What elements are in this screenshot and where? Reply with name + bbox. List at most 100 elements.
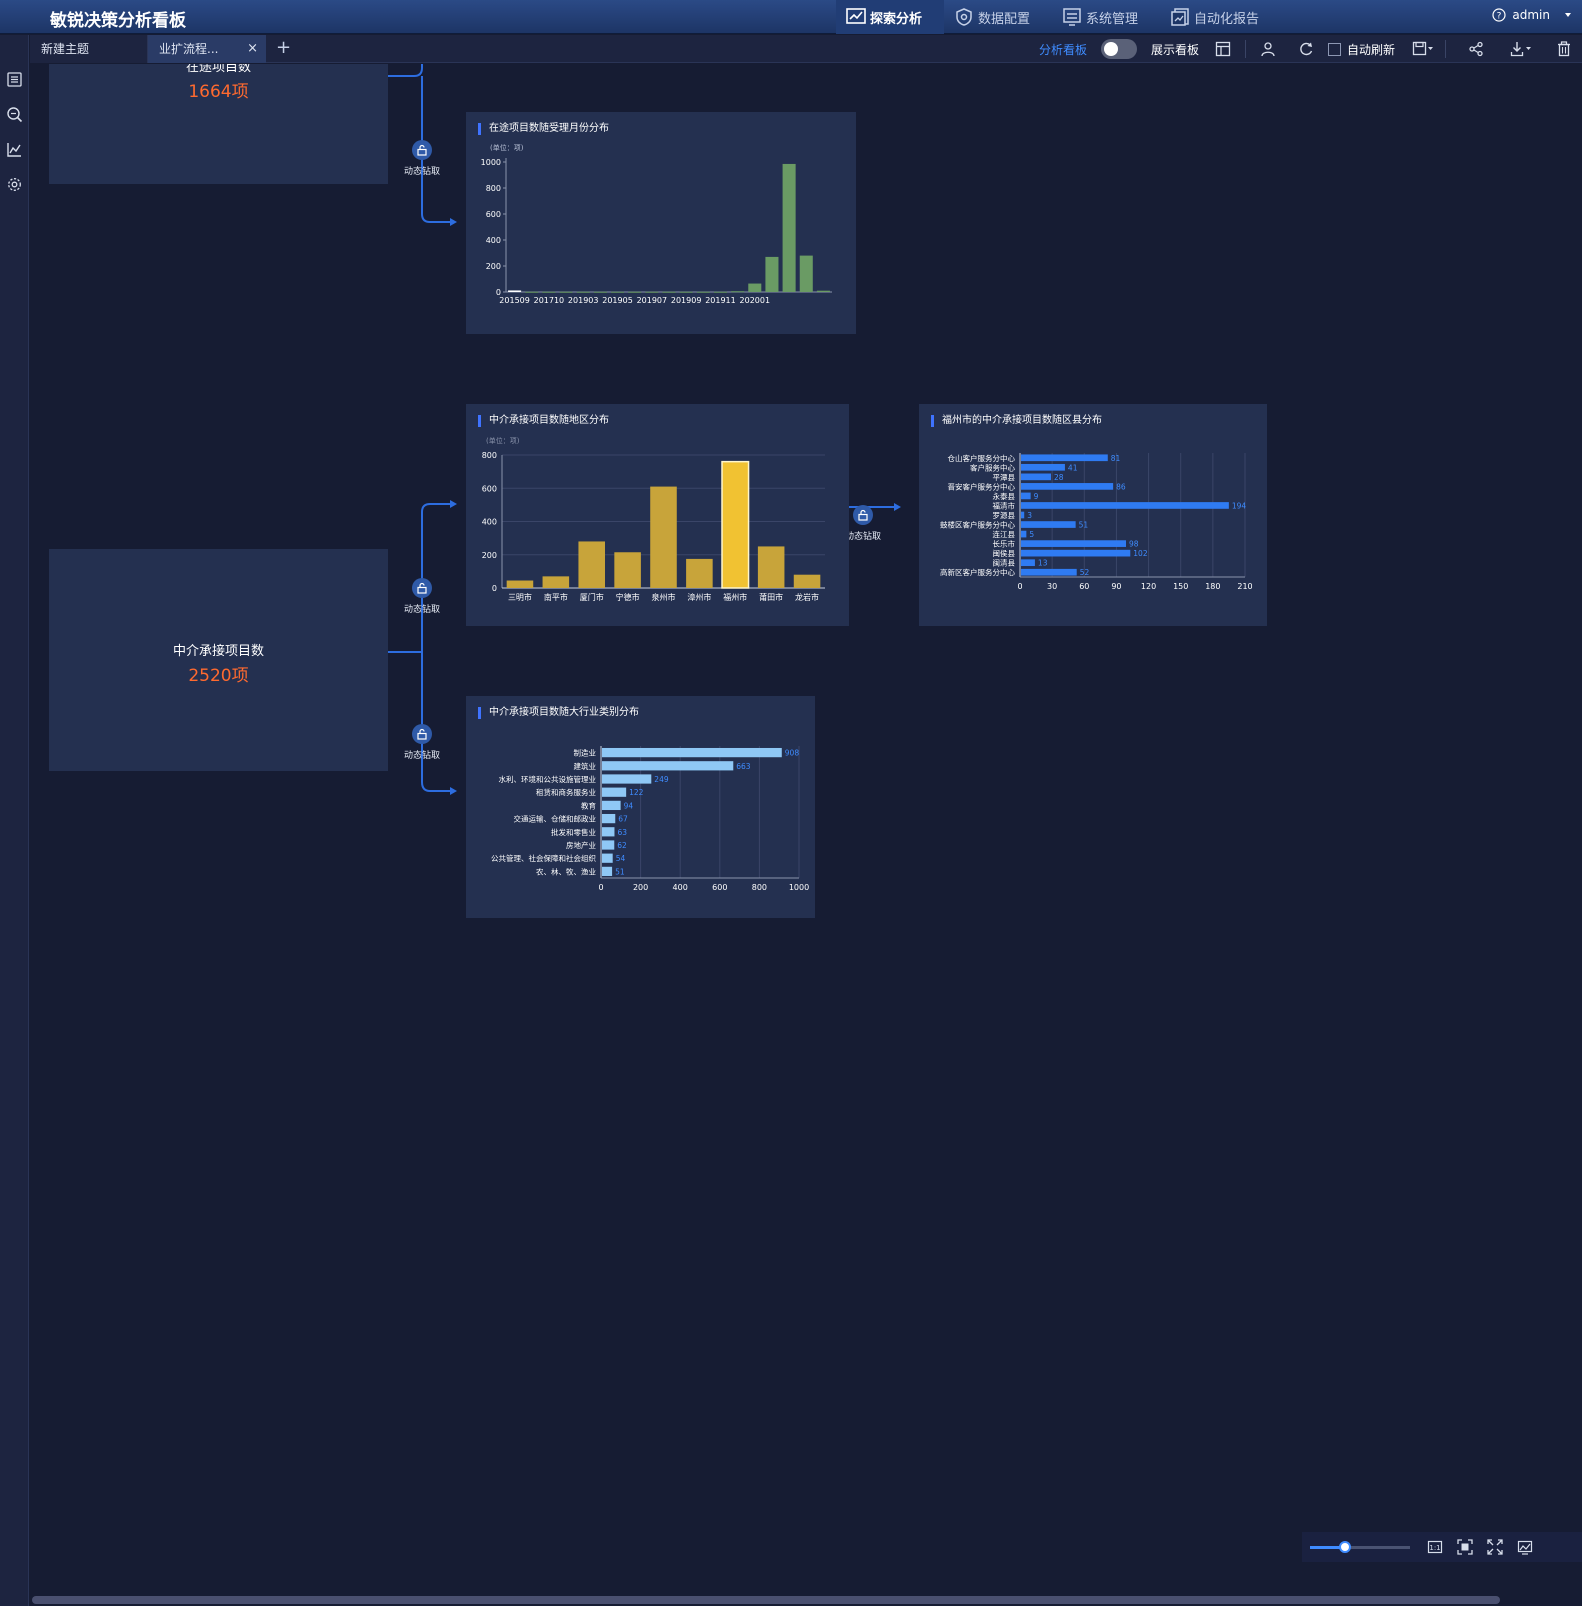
close-icon[interactable]: × xyxy=(247,35,258,63)
tab-new-topic[interactable]: 新建主题 xyxy=(30,35,148,63)
svg-text:?: ? xyxy=(1497,12,1502,22)
data-label: 51 xyxy=(615,867,625,876)
actual-size-icon[interactable]: 1:1 xyxy=(1424,1536,1446,1558)
fit-view-icon[interactable] xyxy=(1454,1536,1476,1558)
y-tick-label: 公共管理、社会保障和社会组织 xyxy=(491,853,596,863)
search-data-icon[interactable] xyxy=(6,106,23,123)
drill-lock-icon[interactable] xyxy=(412,724,432,744)
nav-label: 数据配置 xyxy=(978,11,1031,27)
drill-lock-icon[interactable] xyxy=(853,505,873,525)
bar xyxy=(1021,502,1229,509)
bar xyxy=(731,291,745,293)
help-icon[interactable]: ? xyxy=(1492,8,1506,22)
district-hbar-chart: 0 30 60 90 120 150 180 210 81 仓山客户服务分中心 41 客户服务中心 28… xyxy=(940,453,1253,591)
x-tick-label: 莆田市 xyxy=(759,592,783,602)
auto-refresh-checkbox[interactable] xyxy=(1327,42,1341,56)
bar xyxy=(1021,540,1126,547)
refresh-icon[interactable] xyxy=(1292,35,1320,63)
x-tick-label: 30 xyxy=(1047,582,1057,591)
y-tick-label: 鼓楼区客户服务分中心 xyxy=(940,520,1015,530)
bar xyxy=(650,486,677,588)
bar xyxy=(602,774,652,784)
region-bar-chart: (单位：项) 0 200 400 600 800 三明市 南平市 厦门市 宁德市 泉州市 漳州市 福州市… xyxy=(482,436,825,602)
chart-card-monthly[interactable]: 在途项目数随受理月份分布 (单位：项) 0 200 400 600 800 1000 2015… xyxy=(466,112,856,334)
y-tick-label: 房地产业 xyxy=(566,840,596,850)
bar xyxy=(799,255,813,292)
x-tick-label: 600 xyxy=(712,883,727,892)
chart-card-industry[interactable]: 中介承接项目数随大行业类别分布 0 200 400 600 800 1000 908 制造业 6… xyxy=(466,696,815,918)
chart-card-district[interactable]: 福州市的中介承接项目数随区县分布 0 30 60 90 120 150 180 210 81 仓山… xyxy=(919,404,1267,626)
data-label: 908 xyxy=(785,749,800,758)
tab-label: 新建主题 xyxy=(41,42,90,56)
bar xyxy=(1021,483,1114,490)
y-tick-label: 闽清县 xyxy=(993,558,1016,568)
save-icon[interactable] xyxy=(1409,35,1437,63)
delete-icon[interactable] xyxy=(1550,35,1578,63)
drill-label: 动态钻取 xyxy=(403,167,440,177)
nav-system-management[interactable]: 系统管理 xyxy=(1052,0,1160,34)
horizontal-scrollbar[interactable] xyxy=(32,1596,1500,1604)
nav-data-config[interactable]: 数据配置 xyxy=(944,0,1052,34)
bar xyxy=(721,460,750,589)
drill-lock-icon[interactable] xyxy=(412,578,432,598)
y-tick-label: 400 xyxy=(482,518,497,527)
bar xyxy=(602,853,613,863)
chart-card-region[interactable]: 中介承接项目数随地区分布 (单位：项) 0 200 400 600 800 三明市 南平市 厦门… xyxy=(466,404,849,626)
x-tick-label: 60 xyxy=(1079,582,1089,591)
board-mode-toggle[interactable] xyxy=(1100,39,1137,59)
x-tick-label: 180 xyxy=(1205,582,1220,591)
x-tick-label: 201509 xyxy=(499,296,530,305)
x-tick-label: 福州市 xyxy=(723,592,747,602)
y-tick-label: 长乐市 xyxy=(993,539,1016,549)
in-progress-count-card[interactable]: 在途项目数 1664项 xyxy=(49,64,388,184)
bar xyxy=(1021,530,1027,538)
user-menu[interactable]: ? admin xyxy=(1492,8,1574,22)
bar xyxy=(602,840,615,850)
data-label: 94 xyxy=(624,801,634,810)
analysis-canvas: 在途项目数 1664项 中介承接项目数 2520项 动态钻取 动态钻取 动态钻取… xyxy=(30,64,1582,1604)
x-tick-label: 厦门市 xyxy=(580,592,604,602)
x-tick-label: 三明市 xyxy=(508,592,532,602)
x-tick-label: 龙岩市 xyxy=(795,592,819,602)
bar xyxy=(542,291,556,293)
analysis-board-label[interactable]: 分析看板 xyxy=(1039,41,1087,58)
download-icon[interactable] xyxy=(1508,35,1536,63)
agency-count-card[interactable]: 中介承接项目数 2520项 xyxy=(49,549,388,771)
drill-lock-icon[interactable] xyxy=(412,140,432,160)
report-icon xyxy=(1171,8,1189,26)
x-tick-label: 201905 xyxy=(602,296,633,305)
nav-auto-report[interactable]: 自动化报告 xyxy=(1160,0,1281,34)
x-tick-label: 0 xyxy=(598,883,603,892)
y-tick-label: 200 xyxy=(486,262,501,271)
y-tick-label: 客户服务中心 xyxy=(970,462,1015,472)
y-tick-label: 水利、环境和公共设施管理业 xyxy=(499,774,597,784)
bar xyxy=(1021,559,1035,567)
list-icon[interactable] xyxy=(6,71,23,88)
nav-explore-analysis[interactable]: 探索分析 xyxy=(836,0,945,34)
export-image-icon[interactable] xyxy=(1514,1536,1536,1558)
x-tick-label: 宁德市 xyxy=(616,592,640,602)
user-share-icon[interactable] xyxy=(1254,35,1282,63)
display-board-label[interactable]: 展示看板 xyxy=(1151,41,1199,58)
tab-label: 业扩流程... xyxy=(159,42,219,56)
share-icon[interactable] xyxy=(1462,35,1490,63)
chart-line-icon xyxy=(846,8,866,24)
unit-note: (单位：项) xyxy=(490,143,524,152)
drill-label: 动态钻取 xyxy=(403,605,440,615)
x-tick-label: 120 xyxy=(1141,582,1156,591)
settings-gear-icon[interactable] xyxy=(6,176,23,193)
line-chart-icon[interactable] xyxy=(6,141,23,158)
add-tab-button[interactable]: + xyxy=(276,35,291,63)
zoom-slider-knob[interactable] xyxy=(1339,1540,1351,1553)
x-tick-label: 0 xyxy=(1017,582,1022,591)
tab-business-flow[interactable]: 业扩流程... × xyxy=(148,35,266,63)
data-label: 249 xyxy=(654,775,669,784)
unit-note: (单位：项) xyxy=(486,436,520,445)
data-label: 81 xyxy=(1111,454,1121,463)
zoom-slider[interactable] xyxy=(1310,1540,1410,1553)
fullscreen-icon[interactable] xyxy=(1484,1536,1506,1558)
bar xyxy=(614,552,641,588)
sliders-icon xyxy=(1063,8,1081,26)
layout-icon[interactable] xyxy=(1209,35,1237,63)
y-tick-label: 晋安客户服务分中心 xyxy=(948,481,1016,491)
